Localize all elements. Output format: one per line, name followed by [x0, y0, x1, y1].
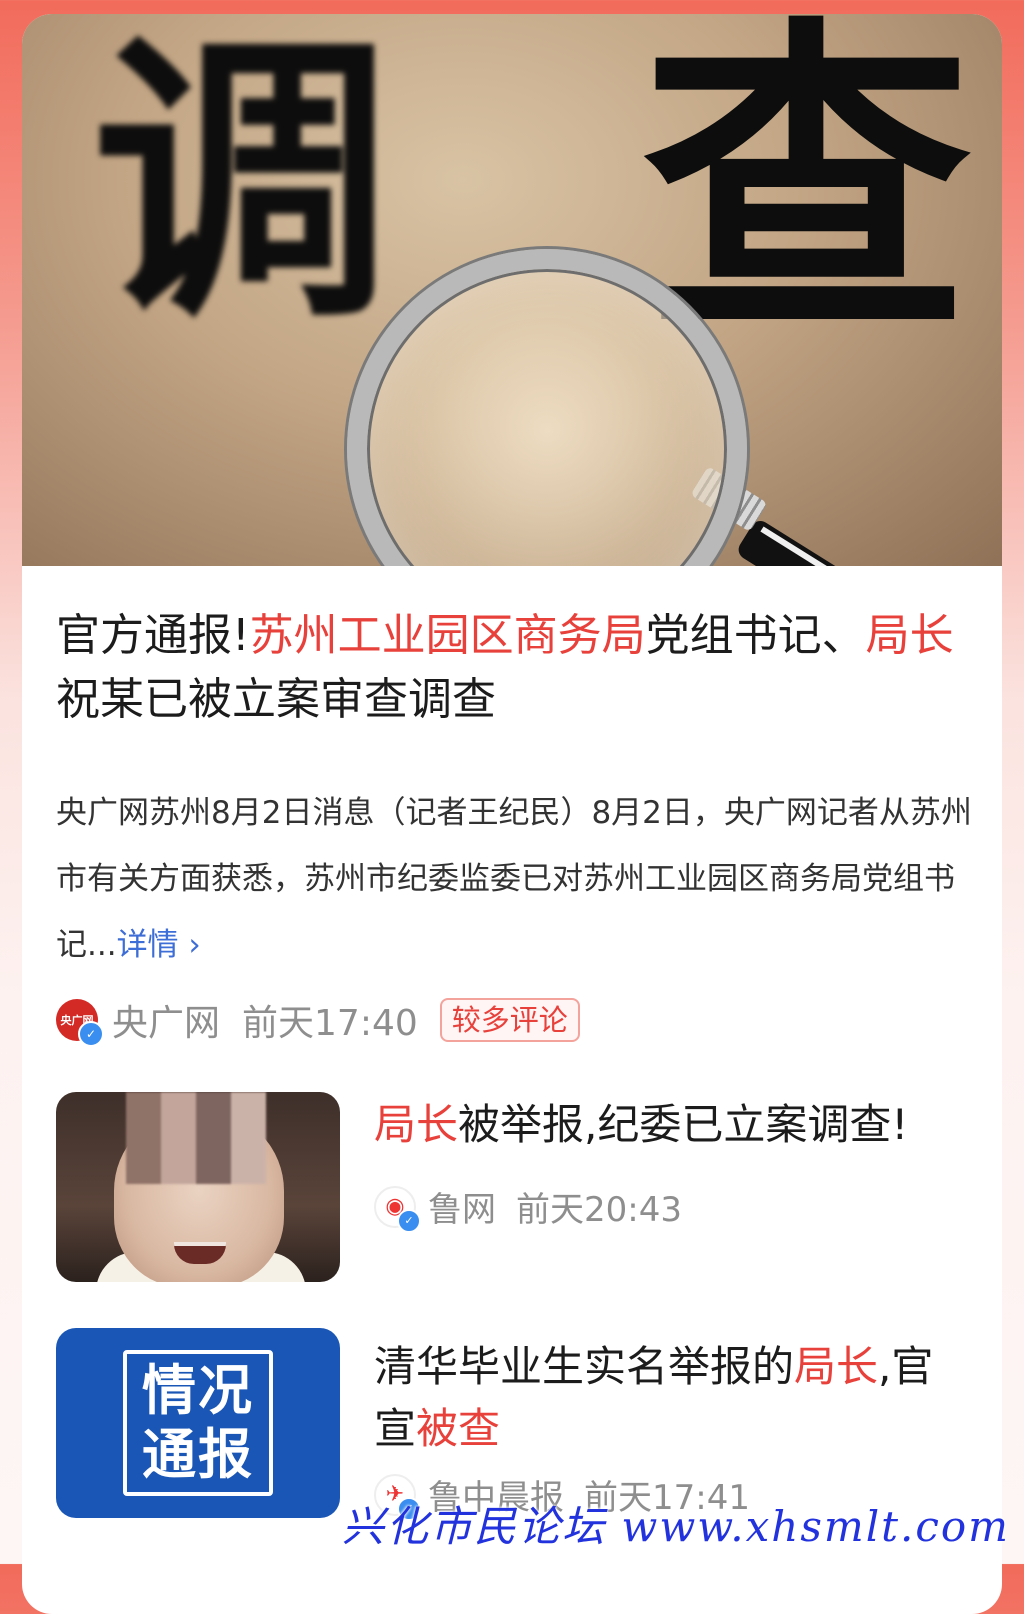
title-part-highlight: 局长: [374, 1100, 459, 1149]
news-card: 调 查 官方通报!苏州工业园区商务局党组书记、局长祝某已被立案审查调查 央广网苏…: [22, 14, 1002, 1614]
item-meta: ◉ ✓ 鲁网 前天20:43: [374, 1182, 682, 1233]
details-link-label: 详情: [116, 927, 179, 963]
notice-line-2: 通报: [142, 1423, 254, 1486]
headline-part: 官方通报!: [56, 610, 250, 661]
notice-box: 情况 通报: [123, 1350, 273, 1496]
title-part-highlight: 被查: [416, 1404, 501, 1453]
comments-badge: 较多评论: [439, 998, 580, 1042]
hero-char-2: 查: [642, 14, 972, 376]
source-name[interactable]: 央广网: [112, 994, 220, 1046]
item-thumbnail[interactable]: [56, 1092, 340, 1282]
thumb-mosaic: [126, 1092, 266, 1184]
title-part-highlight: 局长: [794, 1342, 879, 1391]
source-logo[interactable]: 央广网 ✓: [56, 999, 104, 1047]
headline-part-highlight: 苏州工业园区商务局: [249, 610, 646, 661]
notice-line-1: 情况: [142, 1359, 254, 1422]
source-logo[interactable]: ◉ ✓: [374, 1185, 421, 1233]
publish-time: 前天17:40: [242, 1003, 418, 1044]
forum-watermark: 兴化市民论坛 www.xhsmlt.com: [342, 1502, 1010, 1551]
headline-part: 党组书记、: [645, 610, 866, 661]
item-title[interactable]: 局长被举报,纪委已立案调查!: [374, 1094, 974, 1156]
item-title[interactable]: 清华毕业生实名举报的局长,官宣被查: [374, 1336, 974, 1460]
article-summary[interactable]: 央广网苏州8月2日消息（记者王纪民）8月2日，央广网记者从苏州市有关方面获悉，苏…: [56, 780, 976, 978]
headline-part: 祝某已被立案审查调查: [56, 674, 496, 725]
publish-time: 前天20:43: [516, 1190, 682, 1230]
title-part: 清华毕业生实名举报的: [374, 1342, 795, 1391]
title-part: 被举报,纪委已立案调查!: [458, 1100, 909, 1149]
article-meta: 央广网 ✓ 央广网 前天17:40 较多评论: [56, 994, 580, 1047]
chevron-right-icon: ›: [188, 927, 201, 963]
verified-icon: ✓: [397, 1208, 421, 1233]
verified-icon: ✓: [78, 1021, 104, 1047]
hero-char-1: 调: [92, 14, 392, 358]
headline-part-highlight: 局长: [865, 610, 954, 661]
details-link[interactable]: 详情 ›: [117, 927, 201, 963]
source-name[interactable]: 鲁网: [428, 1182, 496, 1231]
main-headline[interactable]: 官方通报!苏州工业园区商务局党组书记、局长祝某已被立案审查调查: [56, 604, 976, 732]
item-thumbnail[interactable]: 情况 通报: [56, 1328, 340, 1518]
magnifier-handle: [734, 517, 1002, 566]
hero-image[interactable]: 调 查: [22, 14, 1002, 566]
